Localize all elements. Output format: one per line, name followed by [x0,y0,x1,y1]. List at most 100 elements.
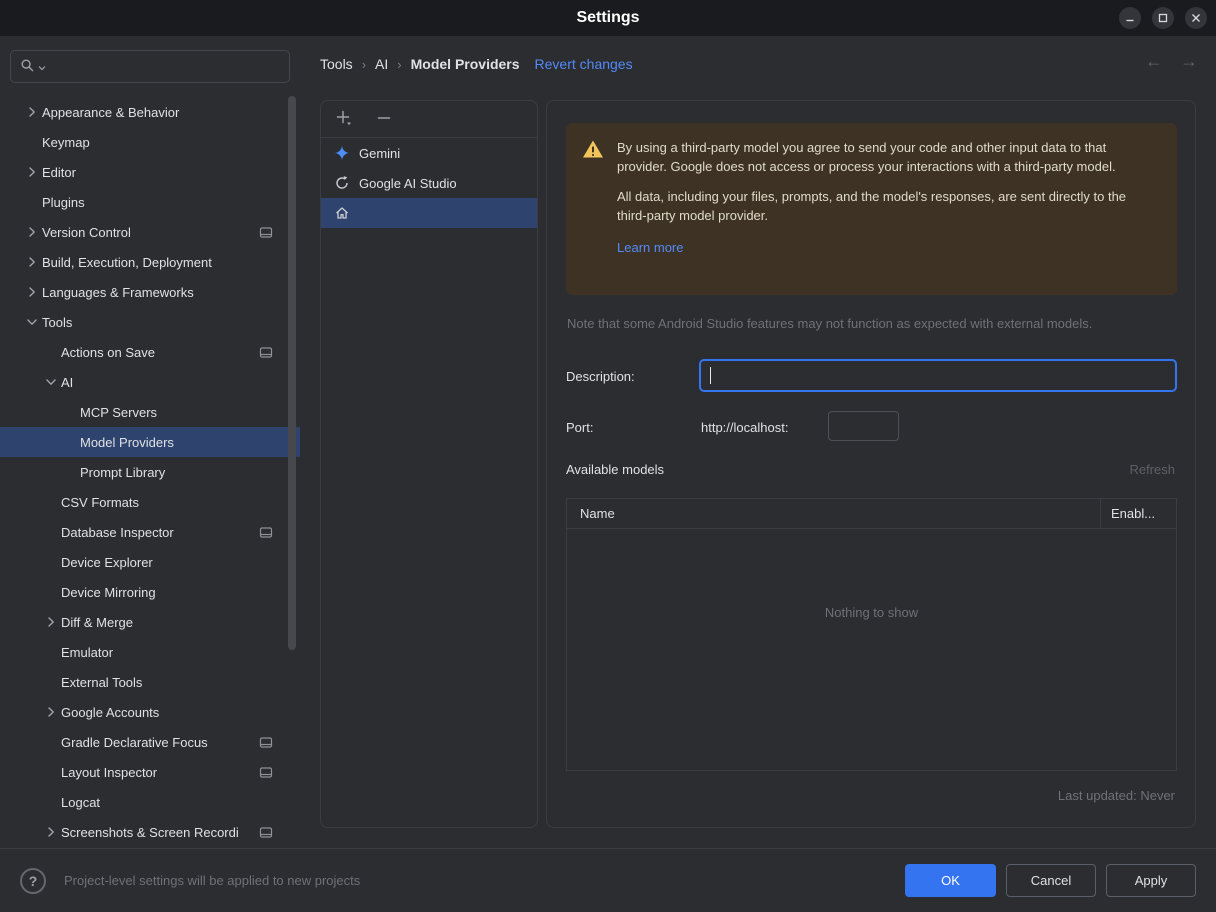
learn-more-link[interactable]: Learn more [617,238,683,257]
sidebar-item-build-execution-deployment[interactable]: Build, Execution, Deployment [0,247,300,277]
sidebar-item-screenshots-screen-recordi[interactable]: Screenshots & Screen Recordi [0,817,300,847]
description-input[interactable] [699,359,1177,392]
sidebar-item-ai[interactable]: AI [0,367,300,397]
sidebar-item-device-explorer[interactable]: Device Explorer [0,547,300,577]
chevron-right-icon[interactable] [41,614,61,630]
search-input[interactable] [49,59,280,74]
sidebar-item-emulator[interactable]: Emulator [0,637,300,667]
provider-item-google-ai-studio[interactable]: Google AI Studio [321,168,537,198]
chevron-down-icon[interactable] [41,374,61,390]
project-level-icon [259,346,273,359]
sidebar-item-label: Google Accounts [61,704,160,720]
sidebar-item-layout-inspector[interactable]: Layout Inspector [0,757,300,787]
sidebar-item-actions-on-save[interactable]: Actions on Save [0,337,300,367]
chevron-right-icon[interactable] [22,284,42,300]
apply-button[interactable]: Apply [1106,864,1196,897]
chevron-down-icon[interactable] [22,314,42,330]
dialog-footer: ? Project-level settings will be applied… [0,848,1216,912]
sidebar-item-tools[interactable]: Tools [0,307,300,337]
sidebar-item-label: Logcat [61,794,101,810]
minimize-button[interactable] [1119,7,1141,29]
cancel-button[interactable]: Cancel [1006,864,1096,897]
sidebar-item-label: Diff & Merge [61,614,134,630]
sidebar-item-csv-formats[interactable]: CSV Formats [0,487,300,517]
back-icon[interactable]: ← [1145,52,1163,70]
sidebar-item-external-tools[interactable]: External Tools [0,667,300,697]
forward-icon[interactable]: → [1180,52,1198,70]
column-header-enabled[interactable]: Enabl... [1100,499,1176,528]
breadcrumb-item-ai[interactable]: AI [375,56,388,72]
sidebar-item-device-mirroring[interactable]: Device Mirroring [0,577,300,607]
chevron-right-icon[interactable] [22,104,42,120]
sidebar-item-logcat[interactable]: Logcat [0,787,300,817]
help-button[interactable]: ? [20,867,46,894]
search-history-chevron-icon [38,59,46,74]
revert-changes-link[interactable]: Revert changes [535,56,633,72]
sidebar-item-label: Appearance & Behavior [42,104,180,120]
remove-icon [376,110,392,129]
sidebar-item-google-accounts[interactable]: Google Accounts [0,697,300,727]
sidebar-item-label: Device Mirroring [61,584,156,600]
third-party-warning-banner: By using a third-party model you agree t… [566,123,1177,295]
maximize-icon [1158,11,1168,26]
breadcrumb-separator: › [397,56,402,72]
sidebar-item-label: Model Providers [80,434,174,450]
provider-item-new[interactable] [321,198,537,228]
footer-buttons: OK Cancel Apply [905,864,1196,897]
settings-search-box[interactable] [10,50,290,83]
ai-studio-icon [334,175,350,191]
sidebar-scrollbar[interactable] [288,96,296,650]
breadcrumb-item-tools[interactable]: Tools [320,56,353,72]
chevron-right-icon[interactable] [22,164,42,180]
project-level-icon [259,736,273,749]
settings-tree: Appearance & Behavior Keymap Editor Plugins… [0,97,300,848]
port-prefix-label: http://localhost: [701,420,789,435]
maximize-button[interactable] [1152,7,1174,29]
sidebar-item-mcp-servers[interactable]: MCP Servers [0,397,300,427]
sidebar-item-label: Layout Inspector [61,764,158,780]
add-provider-button[interactable] [333,108,355,130]
sidebar-item-model-providers[interactable]: Model Providers [0,427,300,457]
chevron-right-icon[interactable] [22,224,42,240]
external-models-note: Note that some Android Studio features m… [567,316,1093,331]
model-providers-panel: Gemini Google AI Studio [320,100,538,828]
sidebar-item-label: Keymap [42,134,90,150]
help-icon: ? [28,872,38,889]
remove-provider-button[interactable] [373,108,395,130]
sidebar-item-languages-frameworks[interactable]: Languages & Frameworks [0,277,300,307]
sidebar-item-database-inspector[interactable]: Database Inspector [0,517,300,547]
refresh-button[interactable]: Refresh [1129,462,1175,477]
available-models-table: Name Enabl... Nothing to show [566,498,1177,771]
chevron-right-icon[interactable] [22,254,42,270]
sidebar-item-prompt-library[interactable]: Prompt Library [0,457,300,487]
sidebar-item-label: AI [61,374,74,390]
sidebar-item-plugins[interactable]: Plugins [0,187,300,217]
sidebar-item-keymap[interactable]: Keymap [0,127,300,157]
sidebar-item-gradle-declarative-focus[interactable]: Gradle Declarative Focus [0,727,300,757]
provider-item-gemini[interactable]: Gemini [321,138,537,168]
chevron-right-icon[interactable] [41,824,61,840]
port-input[interactable] [828,411,899,441]
sidebar-item-version-control[interactable]: Version Control [0,217,300,247]
provider-details-panel: By using a third-party model you agree t… [546,100,1196,828]
column-header-name[interactable]: Name [567,499,1100,528]
ok-button[interactable]: OK [905,864,996,897]
text-caret [710,367,711,384]
sidebar-item-label: External Tools [61,674,143,690]
sidebar-item-diff-merge[interactable]: Diff & Merge [0,607,300,637]
close-button[interactable] [1185,7,1207,29]
sidebar-item-appearance-behavior[interactable]: Appearance & Behavior [0,97,300,127]
chevron-right-icon[interactable] [41,704,61,720]
sidebar-item-editor[interactable]: Editor [0,157,300,187]
warning-paragraph: By using a third-party model you agree t… [617,140,1116,174]
sidebar-item-label: Gradle Declarative Focus [61,734,208,750]
